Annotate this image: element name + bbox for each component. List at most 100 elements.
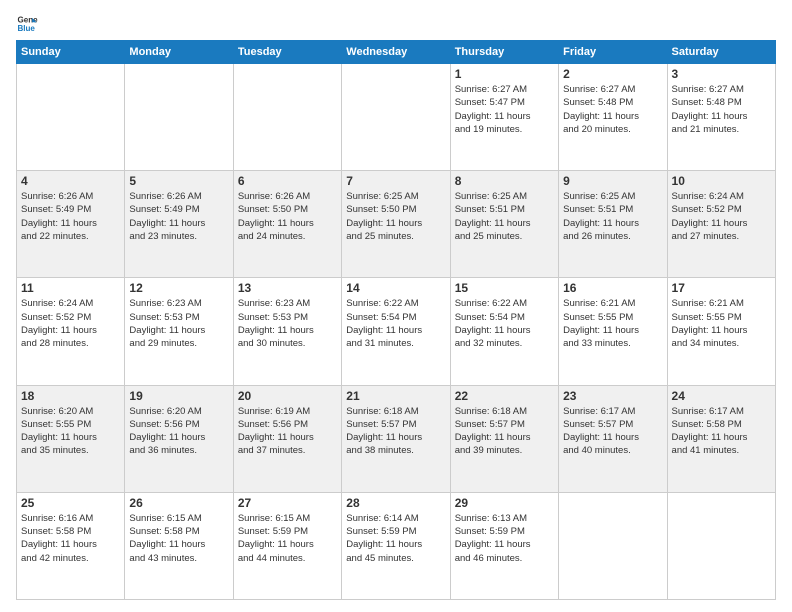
day-number: 15 (455, 281, 554, 295)
calendar-cell: 15 Sunrise: 6:22 AMSunset: 5:54 PMDayligh… (450, 278, 558, 385)
calendar-cell: 10 Sunrise: 6:24 AMSunset: 5:52 PMDayligh… (667, 171, 775, 278)
calendar-cell: 5Sunrise: 6:26 AMSunset: 5:49 PMDaylight… (125, 171, 233, 278)
day-info: Sunrise: 6:19 AMSunset: 5:56 PMDaylight:… (238, 405, 337, 458)
day-number: 24 (672, 389, 771, 403)
day-number: 6 (238, 174, 337, 188)
week-row-3: 11 Sunrise: 6:24 AMSunset: 5:52 PMDayligh… (17, 278, 776, 385)
day-number: 7 (346, 174, 445, 188)
day-info: Sunrise: 6:23 AMSunset: 5:53 PMDaylight:… (238, 297, 337, 350)
day-number: 12 (129, 281, 228, 295)
calendar-cell: 9 Sunrise: 6:25 AMSunset: 5:51 PMDaylight… (559, 171, 667, 278)
weekday-header-saturday: Saturday (667, 41, 775, 64)
day-number: 10 (672, 174, 771, 188)
week-row-4: 18 Sunrise: 6:20 AMSunset: 5:55 PMDayligh… (17, 385, 776, 492)
calendar-table: SundayMondayTuesdayWednesdayThursdayFrid… (16, 40, 776, 600)
day-number: 5 (129, 174, 228, 188)
day-info: Sunrise: 6:25 AMSunset: 5:50 PMDaylight:… (346, 190, 445, 243)
day-info: Sunrise: 6:24 AMSunset: 5:52 PMDaylight:… (672, 190, 771, 243)
weekday-header-monday: Monday (125, 41, 233, 64)
calendar-cell: 8 Sunrise: 6:25 AMSunset: 5:51 PMDaylight… (450, 171, 558, 278)
day-info: Sunrise: 6:15 AMSunset: 5:58 PMDaylight:… (129, 512, 228, 565)
calendar-cell: 4Sunrise: 6:26 AMSunset: 5:49 PMDaylight… (17, 171, 125, 278)
day-info: Sunrise: 6:22 AMSunset: 5:54 PMDaylight:… (455, 297, 554, 350)
calendar-cell: 20 Sunrise: 6:19 AMSunset: 5:56 PMDayligh… (233, 385, 341, 492)
calendar-cell: 16Sunrise: 6:21 AMSunset: 5:55 PMDayligh… (559, 278, 667, 385)
week-row-5: 25 Sunrise: 6:16 AMSunset: 5:58 PMDayligh… (17, 492, 776, 599)
calendar-cell (559, 492, 667, 599)
page: General Blue SundayMondayTuesdayWednesda… (0, 0, 792, 612)
day-info: Sunrise: 6:25 AMSunset: 5:51 PMDaylight:… (563, 190, 662, 243)
weekday-header-thursday: Thursday (450, 41, 558, 64)
calendar-cell: 21 Sunrise: 6:18 AMSunset: 5:57 PMDayligh… (342, 385, 450, 492)
calendar-cell (17, 64, 125, 171)
weekday-header-tuesday: Tuesday (233, 41, 341, 64)
weekday-header-sunday: Sunday (17, 41, 125, 64)
calendar-cell: 25 Sunrise: 6:16 AMSunset: 5:58 PMDayligh… (17, 492, 125, 599)
day-number: 18 (21, 389, 120, 403)
calendar-cell: 19 Sunrise: 6:20 AMSunset: 5:56 PMDayligh… (125, 385, 233, 492)
day-number: 9 (563, 174, 662, 188)
calendar-cell: 28 Sunrise: 6:14 AMSunset: 5:59 PMDayligh… (342, 492, 450, 599)
calendar-cell: 13 Sunrise: 6:23 AMSunset: 5:53 PMDayligh… (233, 278, 341, 385)
day-number: 2 (563, 67, 662, 81)
calendar-cell: 14 Sunrise: 6:22 AMSunset: 5:54 PMDayligh… (342, 278, 450, 385)
day-info: Sunrise: 6:15 AMSunset: 5:59 PMDaylight:… (238, 512, 337, 565)
weekday-header-friday: Friday (559, 41, 667, 64)
logo: General Blue (16, 12, 38, 34)
calendar-cell: 1Sunrise: 6:27 AMSunset: 5:47 PMDaylight… (450, 64, 558, 171)
day-number: 3 (672, 67, 771, 81)
day-number: 29 (455, 496, 554, 510)
day-info: Sunrise: 6:21 AMSunset: 5:55 PMDaylight:… (563, 297, 662, 350)
day-info: Sunrise: 6:22 AMSunset: 5:54 PMDaylight:… (346, 297, 445, 350)
calendar-cell (125, 64, 233, 171)
day-number: 28 (346, 496, 445, 510)
calendar-cell (342, 64, 450, 171)
day-number: 17 (672, 281, 771, 295)
day-info: Sunrise: 6:17 AMSunset: 5:57 PMDaylight:… (563, 405, 662, 458)
day-number: 21 (346, 389, 445, 403)
day-number: 8 (455, 174, 554, 188)
day-info: Sunrise: 6:16 AMSunset: 5:58 PMDaylight:… (21, 512, 120, 565)
day-number: 11 (21, 281, 120, 295)
calendar-cell: 18 Sunrise: 6:20 AMSunset: 5:55 PMDayligh… (17, 385, 125, 492)
day-info: Sunrise: 6:25 AMSunset: 5:51 PMDaylight:… (455, 190, 554, 243)
day-number: 1 (455, 67, 554, 81)
calendar-cell (233, 64, 341, 171)
day-info: Sunrise: 6:18 AMSunset: 5:57 PMDaylight:… (346, 405, 445, 458)
calendar-cell: 27 Sunrise: 6:15 AMSunset: 5:59 PMDayligh… (233, 492, 341, 599)
day-info: Sunrise: 6:26 AMSunset: 5:50 PMDaylight:… (238, 190, 337, 243)
day-number: 13 (238, 281, 337, 295)
calendar-cell: 3 Sunrise: 6:27 AMSunset: 5:48 PMDaylight… (667, 64, 775, 171)
day-info: Sunrise: 6:23 AMSunset: 5:53 PMDaylight:… (129, 297, 228, 350)
day-number: 20 (238, 389, 337, 403)
week-row-2: 4Sunrise: 6:26 AMSunset: 5:49 PMDaylight… (17, 171, 776, 278)
day-info: Sunrise: 6:27 AMSunset: 5:48 PMDaylight:… (563, 83, 662, 136)
weekday-header-row: SundayMondayTuesdayWednesdayThursdayFrid… (17, 41, 776, 64)
calendar-cell: 24Sunrise: 6:17 AMSunset: 5:58 PMDayligh… (667, 385, 775, 492)
day-info: Sunrise: 6:24 AMSunset: 5:52 PMDaylight:… (21, 297, 120, 350)
calendar-cell: 6 Sunrise: 6:26 AMSunset: 5:50 PMDaylight… (233, 171, 341, 278)
calendar-cell: 29Sunrise: 6:13 AMSunset: 5:59 PMDayligh… (450, 492, 558, 599)
svg-text:Blue: Blue (17, 24, 35, 33)
svg-text:General: General (17, 15, 38, 24)
week-row-1: 1Sunrise: 6:27 AMSunset: 5:47 PMDaylight… (17, 64, 776, 171)
day-number: 14 (346, 281, 445, 295)
day-info: Sunrise: 6:20 AMSunset: 5:56 PMDaylight:… (129, 405, 228, 458)
day-number: 25 (21, 496, 120, 510)
day-number: 26 (129, 496, 228, 510)
day-info: Sunrise: 6:20 AMSunset: 5:55 PMDaylight:… (21, 405, 120, 458)
day-number: 19 (129, 389, 228, 403)
day-number: 27 (238, 496, 337, 510)
day-info: Sunrise: 6:14 AMSunset: 5:59 PMDaylight:… (346, 512, 445, 565)
day-number: 23 (563, 389, 662, 403)
calendar-cell: 12 Sunrise: 6:23 AMSunset: 5:53 PMDayligh… (125, 278, 233, 385)
calendar-cell: 2 Sunrise: 6:27 AMSunset: 5:48 PMDaylight… (559, 64, 667, 171)
weekday-header-wednesday: Wednesday (342, 41, 450, 64)
calendar-cell: 22Sunrise: 6:18 AMSunset: 5:57 PMDayligh… (450, 385, 558, 492)
day-info: Sunrise: 6:27 AMSunset: 5:48 PMDaylight:… (672, 83, 771, 136)
calendar-cell: 23 Sunrise: 6:17 AMSunset: 5:57 PMDayligh… (559, 385, 667, 492)
day-number: 22 (455, 389, 554, 403)
day-info: Sunrise: 6:26 AMSunset: 5:49 PMDaylight:… (21, 190, 120, 243)
calendar-cell (667, 492, 775, 599)
calendar-cell: 17Sunrise: 6:21 AMSunset: 5:55 PMDayligh… (667, 278, 775, 385)
